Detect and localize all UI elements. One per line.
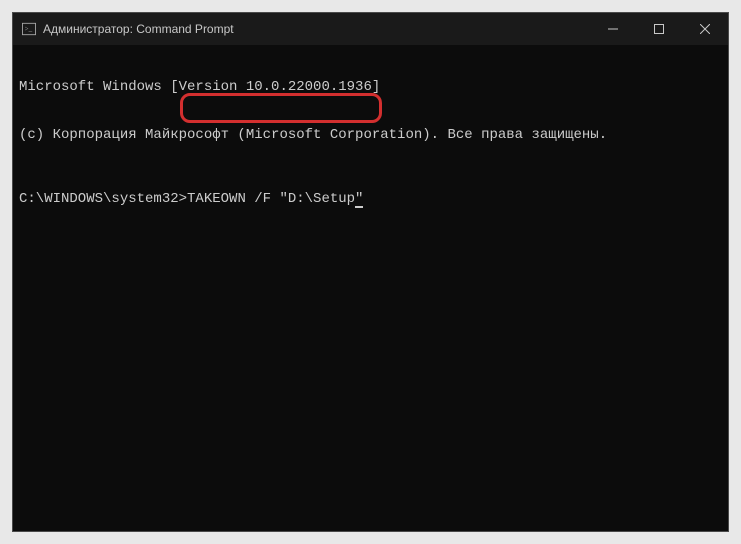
cmd-icon: >_ [21, 21, 37, 37]
command-prompt-window: >_ Администратор: Command Prompt Microso… [12, 12, 729, 532]
window-controls [590, 13, 728, 45]
terminal-area[interactable]: Microsoft Windows [Version 10.0.22000.19… [13, 45, 728, 531]
svg-text:>_: >_ [25, 25, 33, 33]
titlebar[interactable]: >_ Администратор: Command Prompt [13, 13, 728, 45]
minimize-button[interactable] [590, 13, 636, 45]
close-button[interactable] [682, 13, 728, 45]
prompt-text: C:\WINDOWS\system32> [19, 191, 187, 207]
cursor [355, 206, 363, 208]
maximize-button[interactable] [636, 13, 682, 45]
titlebar-title: Администратор: Command Prompt [43, 22, 590, 36]
command-text: TAKEOWN /F "D:\Setup" [187, 191, 363, 207]
highlight-annotation [180, 93, 382, 123]
terminal-prompt-line: C:\WINDOWS\system32>TAKEOWN /F "D:\Setup… [19, 191, 722, 207]
terminal-line-copyright: (c) Корпорация Майкрософт (Microsoft Cor… [19, 127, 722, 143]
terminal-line-version: Microsoft Windows [Version 10.0.22000.19… [19, 79, 722, 95]
